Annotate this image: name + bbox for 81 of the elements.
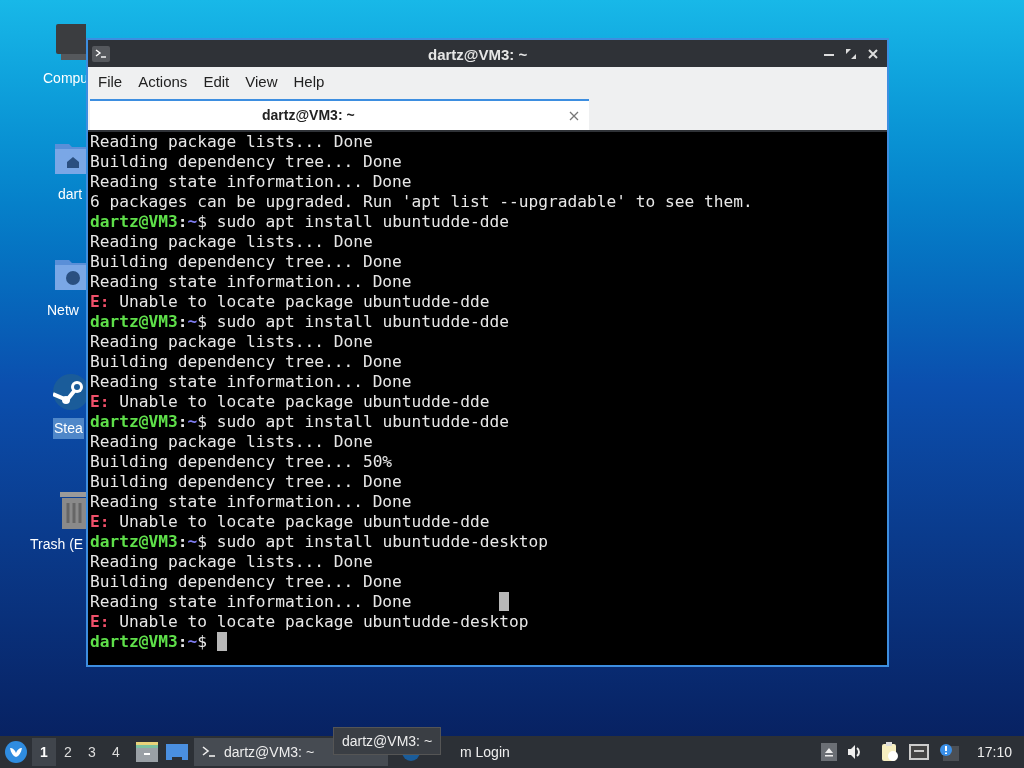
terminal-text: Building dependency tree... Done [90,352,402,371]
network-icon[interactable] [908,744,929,760]
error-label: E: [90,612,110,631]
terminal-text: Reading state information... Done [90,272,412,291]
prompt-path: ~ [187,532,198,551]
desktop-switcher-button[interactable]: 3 [80,738,104,766]
prompt-path: ~ [187,312,198,331]
clipboard-icon[interactable] [880,742,899,762]
desktop-icon-label[interactable]: Netw [46,300,80,321]
close-icon[interactable] [867,47,879,60]
prompt-symbol: $ [197,212,207,231]
terminal-command: sudo apt install ubuntudde-dde [216,412,510,431]
desktop-switcher-button[interactable]: 2 [56,738,80,766]
terminal-text: Building dependency tree... Done [90,572,402,591]
prompt-symbol: $ [197,532,207,551]
prompt-user: dartz@VM3 [90,632,178,651]
prompt-user: dartz@VM3 [90,312,178,331]
desktop-switcher-button[interactable]: 1 [32,738,56,766]
menu-item[interactable]: View [239,70,284,94]
terminal-text: Reading package lists... Done [90,232,373,251]
desktop-icon-label[interactable]: Stea [53,418,84,439]
volume-icon[interactable] [846,744,863,760]
terminal-text: Reading package lists... Done [90,132,373,151]
prompt-path: ~ [187,632,198,651]
terminal-icon [202,746,216,758]
tab-label: dartz@VM3: ~ [262,106,355,125]
prompt-symbol: $ [197,312,207,331]
terminal-text: Building dependency tree... Done [90,152,402,171]
prompt-separator: : [177,412,188,431]
terminal-text: Building dependency tree... Done [90,472,402,491]
tooltip: dartz@VM3: ~ [333,727,442,755]
terminal-text: Unable to locate package ubuntudde-dde [119,392,490,411]
prompt-separator: : [177,212,188,231]
terminal-text: Building dependency tree... Done [90,252,402,271]
trash-icon[interactable] [58,490,86,530]
maximize-icon[interactable] [845,47,857,60]
start-menu-icon[interactable] [4,740,28,764]
eject-icon[interactable] [820,743,837,761]
terminal-text: Reading package lists... Done [90,432,373,451]
terminal-text: Reading state information... Done [90,172,412,191]
terminal-command: sudo apt install ubuntudde-dde [216,212,510,231]
clock[interactable]: 17:10 [976,741,1012,763]
terminal-command: sudo apt install ubuntudde-desktop [216,532,549,551]
terminal-text: Reading state information... Done [90,592,412,611]
terminal-text: Unable to locate package ubuntudde-dde [119,292,490,311]
desktop-switcher-button[interactable]: 4 [104,738,128,766]
prompt-user: dartz@VM3 [90,212,178,231]
menu-item[interactable]: File [92,70,129,94]
file-manager-icon[interactable] [136,742,158,762]
close-tab-icon[interactable] [569,110,579,121]
prompt-separator: : [177,632,188,651]
error-label: E: [90,512,110,531]
terminal-text: Reading state information... Done [90,372,412,391]
terminal-text: Building dependency tree... 50% [90,452,393,471]
prompt-path: ~ [187,212,198,231]
alert-icon[interactable] [938,743,959,761]
desktop-icon-label[interactable]: dart [57,184,84,205]
terminal-icon [92,45,110,62]
terminal-text: Reading package lists... Done [90,552,373,571]
terminal-text: Unable to locate package ubuntudde-desktop [119,612,529,631]
terminal-text: Unable to locate package ubuntudde-dde [119,512,490,531]
window-title: dartz@VM3: ~ [428,45,528,65]
terminal-text: Reading state information... Done [90,492,412,511]
terminal-text: 6 packages can be upgraded. Run 'apt list --upgradable' to see them. [90,192,753,211]
desktop-icon[interactable] [166,744,188,760]
error-label: E: [90,292,110,311]
error-label: E: [90,392,110,411]
menu-item[interactable]: Help [287,70,331,94]
terminal-text: Reading package lists... Done [90,332,373,351]
desktop-icon-label[interactable]: Trash (E [29,534,85,555]
prompt-symbol: $ [197,412,207,431]
terminal-tab[interactable]: dartz@VM3: ~ [90,99,589,130]
prompt-user: dartz@VM3 [90,412,178,431]
prompt-path: ~ [187,412,198,431]
prompt-symbol: $ [197,632,207,651]
prompt-user: dartz@VM3 [90,532,178,551]
prompt-separator: : [177,532,188,551]
menu-item[interactable]: Actions [132,70,194,94]
prompt-separator: : [177,312,188,331]
menu-item[interactable]: Edit [197,70,236,94]
terminal-command: sudo apt install ubuntudde-dde [216,312,510,331]
